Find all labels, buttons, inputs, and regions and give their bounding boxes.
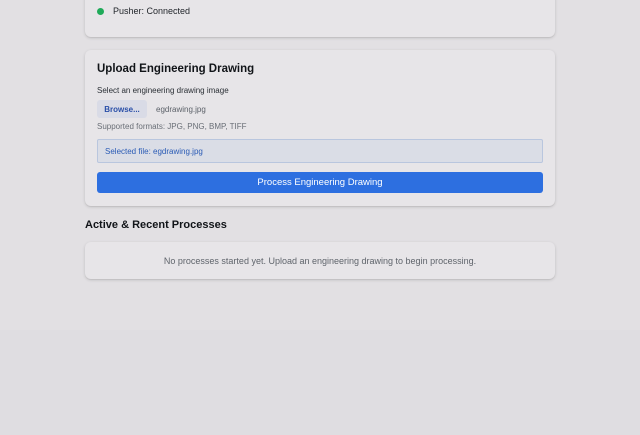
connection-status-card: Pusher: Connected xyxy=(85,0,555,37)
file-select-label: Select an engineering drawing image xyxy=(97,86,229,95)
page-background-band xyxy=(0,330,640,435)
processes-empty-card: No processes started yet. Upload an engi… xyxy=(85,242,555,279)
status-dot-icon xyxy=(97,7,104,15)
selected-file-notice: Selected file: egdrawing.jpg xyxy=(97,139,543,163)
processes-section-title: Active & Recent Processes xyxy=(85,219,227,231)
connection-status-label: Pusher: Connected xyxy=(113,6,191,16)
process-drawing-button[interactable]: Process Engineering Drawing xyxy=(97,172,543,193)
connection-status: Pusher: Connected xyxy=(97,6,190,16)
chosen-file-name: egdrawing.jpg xyxy=(156,105,206,114)
processes-empty-message: No processes started yet. Upload an engi… xyxy=(163,256,477,266)
supported-formats-hint: Supported formats: JPG, PNG, BMP, TIFF xyxy=(97,122,247,131)
upload-title: Upload Engineering Drawing xyxy=(97,63,255,75)
browse-button[interactable]: Browse... xyxy=(97,100,147,118)
upload-card: Upload Engineering Drawing Select an eng… xyxy=(85,50,555,206)
